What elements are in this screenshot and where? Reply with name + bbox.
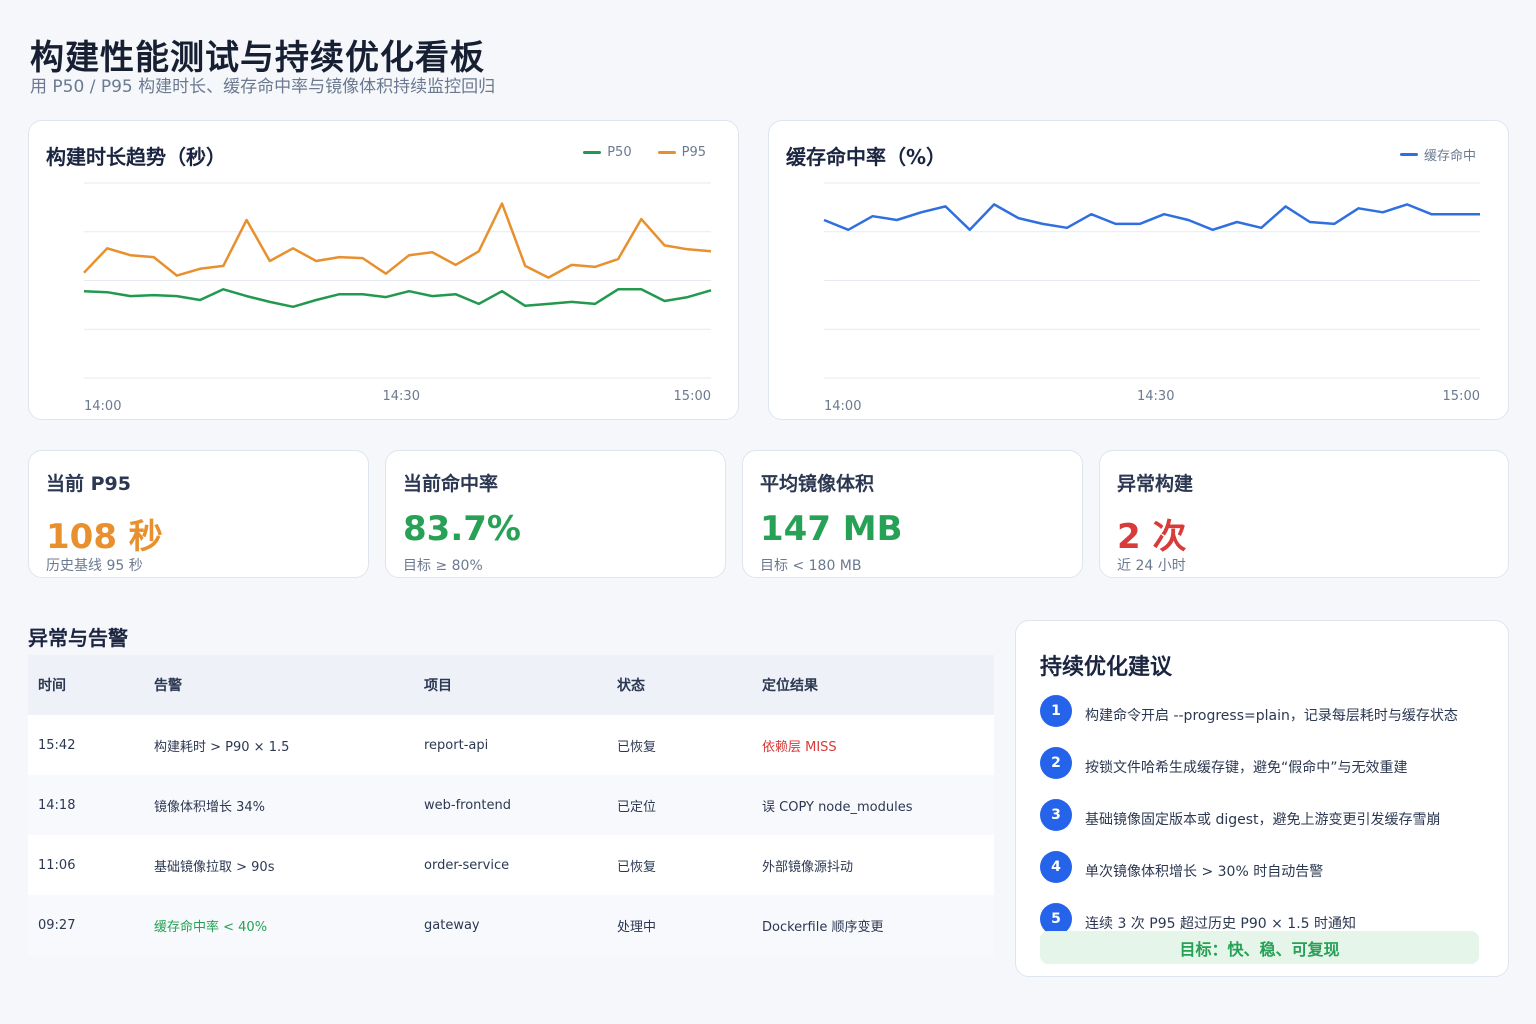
table-row[interactable]: 09:27 缓存命中率 < 40% gateway 处理中 Dockerfile…: [28, 895, 994, 955]
cell-time: 11:06: [38, 857, 76, 873]
cell-project: gateway: [424, 917, 480, 933]
cache-hit-chart: 14:00 14:30 15:00: [823, 182, 1480, 414]
column-header-result: 定位结果: [762, 678, 818, 694]
column-header-status: 状态: [617, 678, 645, 694]
suggestion-text: 连续 3 次 P95 超过历史 P90 × 1.5 时通知: [1085, 916, 1357, 932]
x-tick-label: 14:30: [383, 389, 420, 404]
cell-status: 已恢复: [617, 739, 657, 755]
alerts-section-title: 异常与告警: [28, 626, 128, 650]
cell-alert: 缓存命中率 < 40%: [154, 919, 268, 935]
kpi-label: 异常构建: [1117, 473, 1194, 495]
cell-result: Dockerfile 顺序变更: [762, 919, 884, 935]
table-row[interactable]: 11:06 基础镜像拉取 > 90s order-service 已恢复 外部镜…: [28, 835, 994, 895]
cell-alert: 镜像体积增长 34%: [154, 799, 266, 815]
suggestion-text: 基础镜像固定版本或 digest，避免上游变更引发缓存雪崩: [1085, 812, 1441, 828]
suggestion-text: 按锁文件哈希生成缓存键，避免“假命中”与无效重建: [1085, 760, 1408, 776]
cache-hit-chart-card: 缓存命中率（%） 缓存命中 14:00 14:30 15:00: [768, 120, 1509, 420]
alerts-table: 时间 告警 项目 状态 定位结果 15:42 构建耗时 > P90 × 1.5 …: [28, 655, 994, 955]
cell-time: 09:27: [38, 917, 76, 933]
page-subtitle: 用 P50 / P95 构建时长、缓存命中率与镜像体积持续监控回归: [30, 77, 496, 97]
cell-alert: 基础镜像拉取 > 90s: [154, 859, 275, 875]
suggestions-card: 持续优化建议 1 构建命令开启 --progress=plain，记录每层耗时与…: [1015, 620, 1509, 977]
x-tick-label: 15:00: [674, 389, 711, 404]
kpi-note: 目标 ≥ 80%: [403, 558, 483, 574]
cell-result: 依赖层 MISS: [762, 739, 837, 755]
kpi-note: 近 24 小时: [1117, 558, 1186, 574]
kpi-card-hit-rate: 当前命中率 83.7% 目标 ≥ 80%: [385, 450, 726, 578]
cell-project: report-api: [424, 737, 489, 753]
series-line-缓存命中: [823, 203, 1480, 232]
kpi-label: 当前 P95: [46, 473, 131, 495]
cell-status: 已恢复: [617, 859, 657, 875]
kpi-label: 平均镜像体积: [760, 473, 875, 495]
table-row[interactable]: 14:18 镜像体积增长 34% web-frontend 已定位 误 COPY…: [28, 775, 994, 835]
suggestion-item: 2 按锁文件哈希生成缓存键，避免“假命中”与无效重建: [1040, 747, 1490, 799]
cell-time: 14:18: [38, 797, 76, 813]
suggestion-text: 单次镜像体积增长 > 30% 时自动告警: [1085, 864, 1324, 880]
suggestion-item: 4 单次镜像体积增长 > 30% 时自动告警: [1040, 851, 1490, 903]
column-header-project: 项目: [424, 678, 452, 694]
cell-time: 15:42: [38, 737, 76, 753]
cell-result: 外部镜像源抖动: [762, 859, 854, 875]
series-line-P95: [83, 202, 712, 279]
cell-result: 误 COPY node_modules: [762, 799, 913, 815]
table-row[interactable]: 15:42 构建耗时 > P90 × 1.5 report-api 已恢复 依赖…: [28, 715, 994, 775]
x-tick-label: 14:00: [84, 399, 121, 414]
kpi-card-anomalies: 异常构建 2 次 近 24 小时: [1099, 450, 1509, 578]
kpi-value: 108 秒: [46, 517, 163, 557]
build-duration-chart: 14:00 14:30 15:00: [83, 182, 712, 414]
series-line-P50: [83, 288, 712, 309]
step-number-badge: 2: [1040, 747, 1072, 779]
goal-banner: 目标：快、稳、可复现: [1040, 931, 1479, 964]
suggestions-title: 持续优化建议: [1040, 655, 1173, 680]
suggestions-list: 1 构建命令开启 --progress=plain，记录每层耗时与缓存状态 2 …: [1040, 695, 1490, 955]
x-tick-label: 14:30: [1137, 389, 1174, 404]
step-number-badge: 4: [1040, 851, 1072, 883]
cell-status: 处理中: [617, 919, 657, 935]
kpi-value: 147 MB: [760, 509, 903, 549]
kpi-note: 目标 < 180 MB: [760, 558, 862, 574]
suggestion-item: 1 构建命令开启 --progress=plain，记录每层耗时与缓存状态: [1040, 695, 1490, 747]
build-duration-chart-card: 构建时长趋势（秒） P50 P95 14:00 14:30 15:00: [28, 120, 739, 420]
kpi-value: 2 次: [1117, 517, 1187, 557]
kpi-card-p95: 当前 P95 108 秒 历史基线 95 秒: [28, 450, 369, 578]
x-tick-label: 14:00: [824, 399, 861, 414]
x-tick-label: 15:00: [1443, 389, 1480, 404]
kpi-note: 历史基线 95 秒: [46, 558, 143, 574]
cell-status: 已定位: [617, 799, 657, 815]
column-header-alert: 告警: [154, 678, 182, 694]
column-header-time: 时间: [38, 678, 66, 694]
cell-project: order-service: [424, 857, 510, 873]
cell-alert: 构建耗时 > P90 × 1.5: [154, 739, 290, 755]
suggestion-text: 构建命令开启 --progress=plain，记录每层耗时与缓存状态: [1085, 708, 1458, 724]
step-number-badge: 1: [1040, 695, 1072, 727]
suggestion-item: 3 基础镜像固定版本或 digest，避免上游变更引发缓存雪崩: [1040, 799, 1490, 851]
kpi-card-image-size: 平均镜像体积 147 MB 目标 < 180 MB: [742, 450, 1083, 578]
table-header: 时间 告警 项目 状态 定位结果: [28, 655, 994, 715]
step-number-badge: 3: [1040, 799, 1072, 831]
kpi-value: 83.7%: [403, 509, 521, 549]
kpi-label: 当前命中率: [403, 473, 499, 495]
cell-project: web-frontend: [424, 797, 511, 813]
